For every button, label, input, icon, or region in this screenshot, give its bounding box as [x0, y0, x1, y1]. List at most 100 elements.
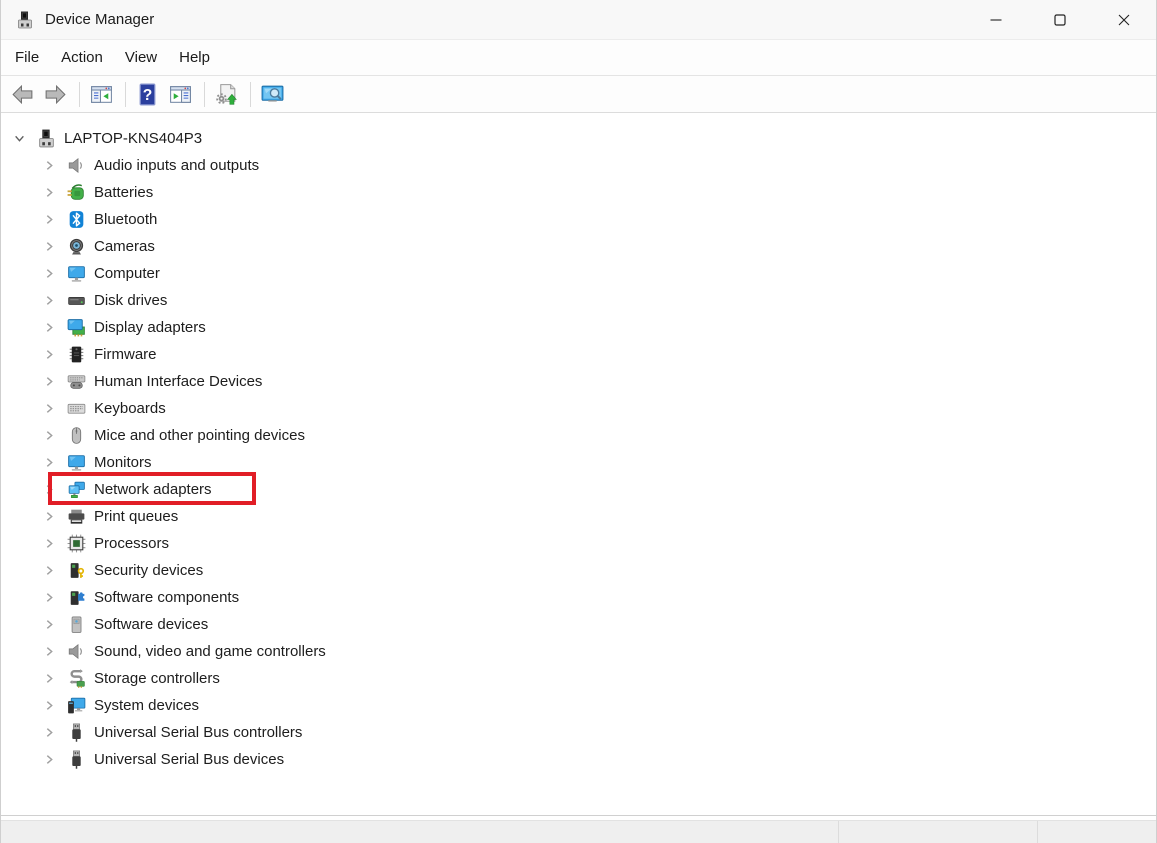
- toolbar: [1, 76, 1156, 113]
- chevron-right-icon[interactable]: [41, 374, 57, 390]
- tree-item[interactable]: Network adapters: [1, 476, 1156, 503]
- tree-item[interactable]: Sound, video and game controllers: [1, 638, 1156, 665]
- chevron-right-icon[interactable]: [41, 563, 57, 579]
- tree-item[interactable]: Software components: [1, 584, 1156, 611]
- chevron-right-icon[interactable]: [41, 212, 57, 228]
- chevron-right-icon[interactable]: [41, 590, 57, 606]
- tree-item-label: Processors: [94, 535, 170, 552]
- tree-item-label: Mice and other pointing devices: [94, 427, 305, 444]
- battery-icon: [65, 182, 87, 204]
- network-icon: [65, 479, 87, 501]
- tree-item[interactable]: Security devices: [1, 557, 1156, 584]
- tree-item[interactable]: Audio inputs and outputs: [1, 152, 1156, 179]
- back-arrow-icon: [10, 82, 35, 107]
- tree-item-label: Universal Serial Bus controllers: [94, 724, 303, 741]
- system-icon: [65, 695, 87, 717]
- chevron-right-icon[interactable]: [41, 455, 57, 471]
- device-manager-window: Device Manager File Action View Help LAP…: [0, 0, 1157, 843]
- chevron-right-icon[interactable]: [41, 266, 57, 282]
- chevron-right-icon[interactable]: [41, 401, 57, 417]
- tree-item[interactable]: Print queues: [1, 503, 1156, 530]
- tree-item-label: Print queues: [94, 508, 179, 525]
- maximize-button[interactable]: [1028, 0, 1092, 39]
- tree-item[interactable]: Keyboards: [1, 395, 1156, 422]
- console-tree-icon: [89, 82, 114, 107]
- tree-item[interactable]: Processors: [1, 530, 1156, 557]
- tree-item-label: Universal Serial Bus devices: [94, 751, 285, 768]
- forward-arrow-icon: [43, 82, 68, 107]
- close-icon: [1118, 14, 1130, 26]
- tree-item[interactable]: Cameras: [1, 233, 1156, 260]
- minimize-icon: [990, 14, 1002, 26]
- toolbar-separator: [250, 81, 251, 107]
- tree-item[interactable]: Human Interface Devices: [1, 368, 1156, 395]
- titlebar: Device Manager: [1, 0, 1156, 40]
- device-search-button[interactable]: [257, 80, 287, 109]
- chevron-right-icon[interactable]: [41, 482, 57, 498]
- tree-item[interactable]: Monitors: [1, 449, 1156, 476]
- tree-item-label: Disk drives: [94, 292, 168, 309]
- menu-action[interactable]: Action: [50, 40, 114, 75]
- audio-icon: [65, 641, 87, 663]
- tree-item-label: Security devices: [94, 562, 204, 579]
- tree-item[interactable]: Firmware: [1, 341, 1156, 368]
- tree-item[interactable]: Computer: [1, 260, 1156, 287]
- tree-item[interactable]: Software devices: [1, 611, 1156, 638]
- show-hide-console-tree-button[interactable]: [86, 80, 116, 109]
- chevron-right-icon[interactable]: [41, 698, 57, 714]
- chevron-right-icon[interactable]: [41, 158, 57, 174]
- close-button[interactable]: [1092, 0, 1156, 39]
- menu-view[interactable]: View: [114, 40, 168, 75]
- chevron-right-icon[interactable]: [41, 509, 57, 525]
- statusbar-divider: [838, 821, 839, 843]
- chevron-right-icon[interactable]: [41, 239, 57, 255]
- scan-for-hardware-changes-button[interactable]: [211, 80, 241, 109]
- software-component-icon: [65, 587, 87, 609]
- device-manager-icon: [35, 128, 57, 150]
- tree-item[interactable]: System devices: [1, 692, 1156, 719]
- chevron-right-icon[interactable]: [41, 617, 57, 633]
- tree-item[interactable]: Display adapters: [1, 314, 1156, 341]
- storage-icon: [65, 668, 87, 690]
- chevron-right-icon[interactable]: [41, 293, 57, 309]
- tree-item[interactable]: LAPTOP-KNS404P3: [1, 125, 1156, 152]
- help-icon: [135, 82, 160, 107]
- show-hide-action-pane-button[interactable]: [165, 80, 195, 109]
- tree-item-label: Firmware: [94, 346, 157, 363]
- chevron-right-icon[interactable]: [41, 185, 57, 201]
- chevron-right-icon[interactable]: [41, 644, 57, 660]
- back-button[interactable]: [7, 80, 37, 109]
- chevron-right-icon[interactable]: [41, 671, 57, 687]
- chevron-right-icon[interactable]: [41, 428, 57, 444]
- tree-item[interactable]: Universal Serial Bus devices: [1, 746, 1156, 773]
- menu-help[interactable]: Help: [168, 40, 221, 75]
- tree-item-label: Cameras: [94, 238, 155, 255]
- help-button[interactable]: [132, 80, 162, 109]
- tree-item-label: Audio inputs and outputs: [94, 157, 260, 174]
- forward-button[interactable]: [40, 80, 70, 109]
- minimize-button[interactable]: [964, 0, 1028, 39]
- tree-item-label: Computer: [94, 265, 160, 282]
- tree-item[interactable]: Batteries: [1, 179, 1156, 206]
- tree-item[interactable]: Mice and other pointing devices: [1, 422, 1156, 449]
- printer-icon: [65, 506, 87, 528]
- chevron-down-icon[interactable]: [11, 131, 27, 147]
- chevron-right-icon[interactable]: [41, 347, 57, 363]
- toolbar-separator: [79, 81, 80, 107]
- chevron-right-icon[interactable]: [41, 752, 57, 768]
- chevron-right-icon[interactable]: [41, 320, 57, 336]
- audio-icon: [65, 155, 87, 177]
- menu-file[interactable]: File: [4, 40, 50, 75]
- chevron-right-icon[interactable]: [41, 725, 57, 741]
- hid-icon: [65, 371, 87, 393]
- tree-item[interactable]: Universal Serial Bus controllers: [1, 719, 1156, 746]
- tree-item-label: LAPTOP-KNS404P3: [64, 130, 203, 147]
- usb-icon: [65, 722, 87, 744]
- tree-item-label: Network adapters: [94, 481, 212, 498]
- chevron-right-icon[interactable]: [41, 536, 57, 552]
- menubar: File Action View Help: [1, 40, 1156, 76]
- tree-item[interactable]: Bluetooth: [1, 206, 1156, 233]
- tree-item[interactable]: Disk drives: [1, 287, 1156, 314]
- tree-item-label: Software components: [94, 589, 240, 606]
- tree-item[interactable]: Storage controllers: [1, 665, 1156, 692]
